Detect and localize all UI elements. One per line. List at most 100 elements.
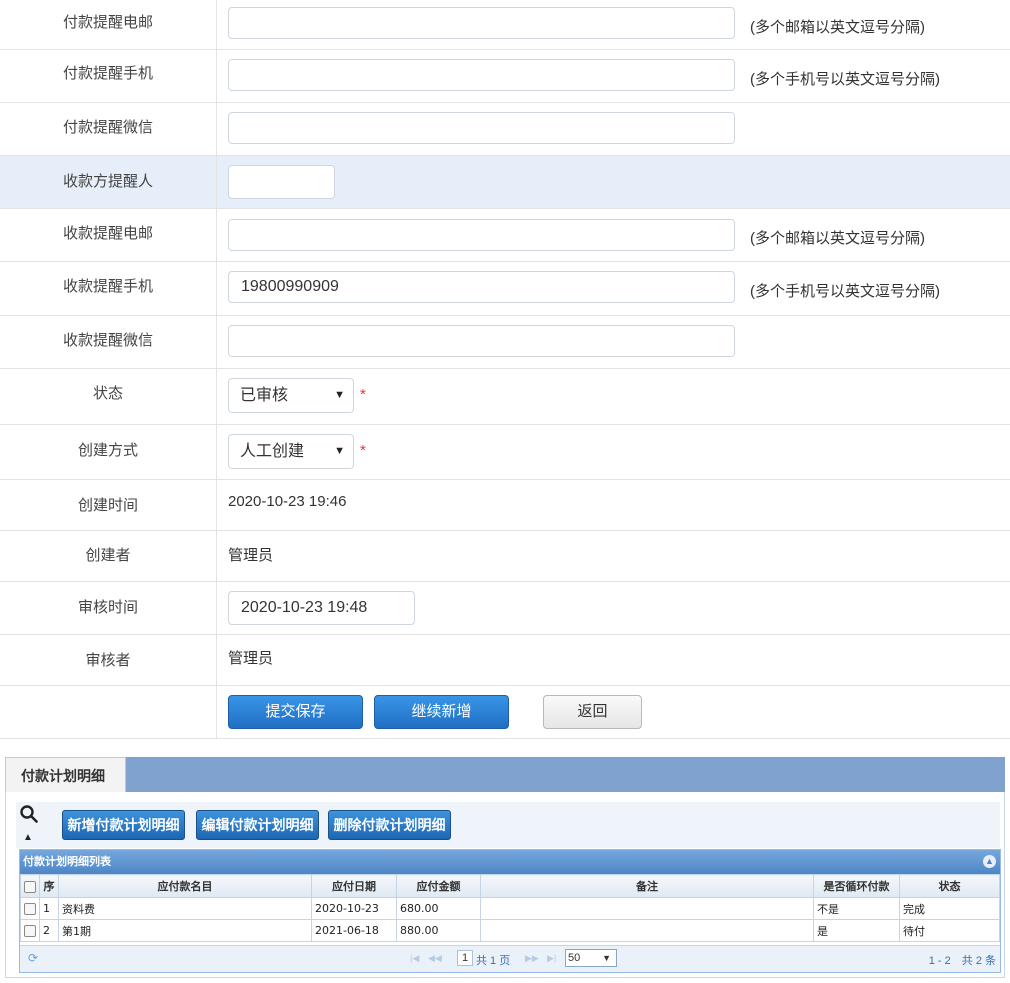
page-number-input[interactable]: 1 [457, 950, 473, 966]
row-receive-mobile: 收款提醒手机 19800990909 (多个手机号以英文逗号分隔) [0, 262, 1010, 316]
row-actions: 提交保存 继续新增 返回 [0, 686, 1010, 739]
field-label: 收款方提醒人 [0, 156, 217, 208]
field-label: 创建方式 [0, 425, 217, 479]
page-size-value: 50 [568, 952, 581, 964]
back-button[interactable]: 返回 [543, 695, 642, 729]
row-checkbox[interactable] [20, 919, 40, 942]
field-label: 审核者 [0, 635, 217, 685]
field-label: 审核时间 [0, 582, 217, 634]
field-hint: (多个邮箱以英文逗号分隔) [750, 19, 925, 36]
collapse-up-icon[interactable]: ▲ [23, 832, 33, 843]
cell-cyclic: 是 [813, 919, 900, 942]
cell-amount: 880.00 [396, 919, 481, 942]
field-label: 创建者 [0, 531, 217, 581]
first-page-icon[interactable]: |◀ [410, 953, 419, 964]
row-create-time: 创建时间 2020-10-23 19:46 [0, 480, 1010, 531]
required-mark: * [360, 442, 366, 459]
creator-value: 管理员 [228, 547, 274, 564]
field-label: 收款提醒电邮 [0, 209, 217, 261]
prev-page-icon[interactable]: ◀◀ [428, 953, 442, 964]
payment-plan-grid: 付款计划明细列表 ▲ 序 应付款名目 应付日期 应付金额 备注 是否循环付款 状… [19, 849, 1001, 973]
grid-pager: ⟳ |◀ ◀◀ 1 共 1 页 ▶▶ ▶| 50 ▼ 1 - 2 共 2 条 [20, 945, 1000, 972]
row-auditor: 审核者 管理员 [0, 635, 1010, 686]
payee-reminder-input[interactable] [228, 165, 335, 199]
table-row[interactable]: 1 资料费 2020-10-23 680.00 不是 完成 [20, 897, 1000, 920]
pay-email-input[interactable] [228, 7, 735, 39]
tab-payment-plan-detail[interactable]: 付款计划明细 [5, 757, 126, 792]
receive-wechat-input[interactable] [228, 325, 735, 357]
col-header[interactable]: 应付金额 [396, 874, 481, 898]
add-payment-plan-button[interactable]: 新增付款计划明细 [62, 810, 185, 840]
row-pay-mobile: 付款提醒手机 (多个手机号以英文逗号分隔) [0, 50, 1010, 103]
payment-plan-table: 序 应付款名目 应付日期 应付金额 备注 是否循环付款 状态 1 资料费 202… [20, 874, 1000, 942]
receive-mobile-input[interactable]: 19800990909 [228, 271, 735, 303]
dropdown-arrow-icon: ▼ [602, 953, 611, 963]
select-all-checkbox[interactable] [20, 874, 40, 898]
receive-email-input[interactable] [228, 219, 735, 251]
col-header[interactable]: 是否循环付款 [813, 874, 900, 898]
cell-date: 2021-06-18 [311, 919, 397, 942]
row-audit-time: 审核时间 2020-10-23 19:48 [0, 582, 1010, 635]
cell-note [480, 919, 814, 942]
field-hint: (多个手机号以英文逗号分隔) [750, 283, 940, 300]
pay-mobile-input[interactable] [228, 59, 735, 91]
payment-form: 付款提醒电邮 (多个邮箱以英文逗号分隔) 付款提醒手机 (多个手机号以英文逗号分… [0, 0, 1010, 739]
field-label: 付款提醒电邮 [0, 0, 217, 49]
row-receive-email: 收款提醒电邮 (多个邮箱以英文逗号分隔) [0, 209, 1010, 262]
cell-seq: 2 [39, 919, 59, 942]
col-header[interactable]: 状态 [899, 874, 1000, 898]
delete-payment-plan-button[interactable]: 删除付款计划明细 [328, 810, 451, 840]
edit-payment-plan-button[interactable]: 编辑付款计划明细 [196, 810, 319, 840]
row-create-mode: 创建方式 人工创建 ▼ * [0, 425, 1010, 480]
grid-title-bar: 付款计划明细列表 ▲ [20, 850, 1000, 874]
auditor-value: 管理员 [228, 650, 274, 667]
cell-name: 第1期 [58, 919, 312, 942]
field-label: 状态 [0, 369, 217, 424]
required-mark: * [360, 386, 366, 403]
cell-seq: 1 [39, 897, 59, 920]
detail-toolbar: ▲ 新增付款计划明细 编辑付款计划明细 删除付款计划明细 [16, 802, 1000, 848]
create-mode-select[interactable]: 人工创建 ▼ [228, 434, 354, 469]
page-size-select[interactable]: 50 ▼ [565, 949, 617, 967]
col-header: 序 [39, 874, 59, 898]
cell-status: 完成 [899, 897, 1000, 920]
cell-amount: 680.00 [396, 897, 481, 920]
detail-panel-header: 付款计划明细 [5, 757, 1005, 792]
audit-time-input[interactable]: 2020-10-23 19:48 [228, 591, 415, 625]
cell-date: 2020-10-23 [311, 897, 397, 920]
col-header[interactable]: 应付日期 [311, 874, 397, 898]
field-label: 收款提醒微信 [0, 316, 217, 368]
table-header-row: 序 应付款名目 应付日期 应付金额 备注 是否循环付款 状态 [20, 874, 1000, 898]
col-header[interactable]: 备注 [480, 874, 814, 898]
field-label: 创建时间 [0, 480, 217, 530]
create-mode-select-value: 人工创建 [240, 443, 305, 460]
dropdown-arrow-icon: ▼ [334, 445, 345, 457]
refresh-icon[interactable]: ⟳ [28, 951, 38, 965]
field-label: 付款提醒微信 [0, 103, 217, 155]
last-page-icon[interactable]: ▶| [547, 953, 556, 964]
row-creator: 创建者 管理员 [0, 531, 1010, 582]
total-pages-label: 共 1 页 [476, 955, 511, 967]
row-receive-wechat: 收款提醒微信 [0, 316, 1010, 369]
search-icon[interactable] [20, 805, 38, 823]
cell-name: 资料费 [58, 897, 312, 920]
col-header[interactable]: 应付款名目 [58, 874, 312, 898]
row-payee-reminder: 收款方提醒人 [0, 156, 1010, 209]
cell-cyclic: 不是 [813, 897, 900, 920]
continue-add-button[interactable]: 继续新增 [374, 695, 509, 729]
row-checkbox[interactable] [20, 897, 40, 920]
table-row[interactable]: 2 第1期 2021-06-18 880.00 是 待付 [20, 919, 1000, 942]
field-label: 收款提醒手机 [0, 262, 217, 315]
status-select-value: 已审核 [240, 387, 289, 404]
field-hint: (多个手机号以英文逗号分隔) [750, 71, 940, 88]
dropdown-arrow-icon: ▼ [334, 389, 345, 401]
submit-save-button[interactable]: 提交保存 [228, 695, 363, 729]
next-page-icon[interactable]: ▶▶ [525, 953, 539, 964]
field-label: 付款提醒手机 [0, 50, 217, 102]
create-time-value: 2020-10-23 19:46 [228, 493, 347, 510]
cell-status: 待付 [899, 919, 1000, 942]
cell-note [480, 897, 814, 920]
status-select[interactable]: 已审核 ▼ [228, 378, 354, 413]
collapse-icon[interactable]: ▲ [983, 855, 996, 868]
pay-wechat-input[interactable] [228, 112, 735, 144]
